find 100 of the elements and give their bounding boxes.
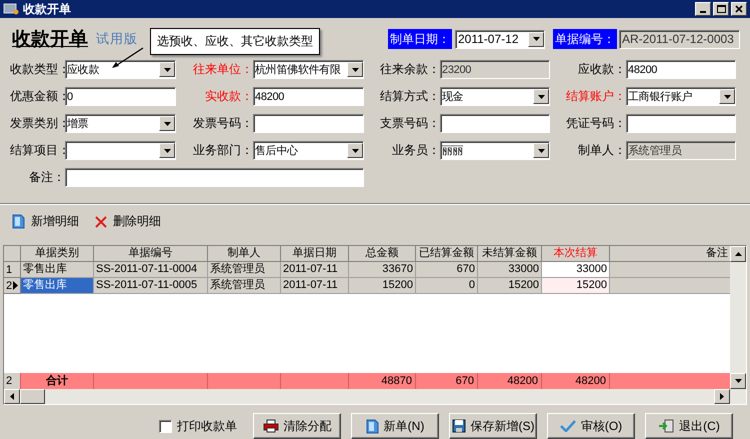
dropdown-field[interactable]: 工商银行账户 [626,87,736,106]
exit-door-icon [658,419,674,433]
column-header[interactable]: 总金额 [349,246,416,262]
checkmark-icon [560,420,576,432]
column-header[interactable]: 单据类别 [21,246,94,262]
dropdown-field[interactable]: 杭州笛佛软件有限 [253,60,364,79]
input-field[interactable] [253,114,364,133]
tooltip: 选预收、应收、其它收款类型 [150,28,320,55]
input-field[interactable]: 48200 [253,87,364,106]
form-title: 收款开单 [12,27,88,52]
total-cell: 48200 [542,373,610,389]
field-label: 往来余款： [379,61,440,78]
dropdown-field[interactable]: 应收款 [65,60,176,79]
dropdown-field[interactable]: 现金 [440,87,550,106]
field-label: 业务员： [391,142,440,159]
horizontal-scrollbar[interactable] [4,389,746,404]
document-icon [366,418,379,434]
caret-icon [352,148,358,152]
add-detail-button[interactable]: 新增明细 [10,212,81,232]
total-cell: 670 [416,373,478,389]
printer-icon [262,419,278,433]
row-header[interactable]: 2 [4,278,21,294]
close-icon [733,3,745,15]
caret-icon [538,148,544,152]
readonly-field: AR-2011-07-12-0003 [619,30,740,48]
table-cell: 2011-07-11 [281,278,349,294]
column-header[interactable]: 单据编号 [94,246,208,262]
maximize-icon [715,3,727,15]
printer-button[interactable]: 清除分配 [253,413,341,439]
caret-icon [164,122,170,126]
caret-icon [532,37,540,41]
column-header[interactable]: 备注 [610,246,730,262]
field-label: 往来单位： [192,61,253,78]
table-cell: 33670 [349,262,416,278]
field-label: 支票号码： [379,115,440,132]
caret-icon [538,94,544,98]
scroll-thumb[interactable] [20,389,45,404]
table-cell: 2011-07-11 [281,262,349,278]
field-label: 业务部门： [192,142,253,159]
column-header[interactable]: 已结算金额 [416,246,478,262]
field-label: 实收款： [204,88,253,105]
input-field[interactable] [626,114,736,133]
table-cell: 系统管理员 [208,278,281,294]
date-field[interactable]: 2011-07-12 [455,30,545,48]
field-label: 结算项目： [10,142,65,159]
field-label: 收款类型： [10,61,65,78]
up-arrow-icon [734,252,742,256]
dropdown-field[interactable] [65,141,176,160]
window-title: 收款开单 [23,0,72,18]
readonly-field: 23200 [440,60,550,79]
maximize-button[interactable] [713,2,729,16]
field-label: 优惠金额： [10,88,65,105]
table-cell: 系统管理员 [208,262,281,278]
column-header[interactable]: 单据日期 [281,246,349,262]
dropdown-field[interactable]: 增票 [65,114,176,133]
minimize-button[interactable] [695,2,711,16]
field-label: 单据编号： [553,29,617,49]
down-arrow-icon [734,379,742,383]
table-cell: 零售出库 [21,262,94,278]
total-cell: 48870 [349,373,416,389]
table-cell: SS-2011-07-11-0004 [94,262,208,278]
delete-detail-button[interactable]: 删除明细 [93,212,163,232]
close-button[interactable] [731,2,747,16]
app-icon [3,3,19,15]
vertical-scrollbar[interactable] [730,246,746,389]
exit-button[interactable]: 退出(C) [645,413,733,439]
input-field[interactable]: 48200 [626,60,736,79]
table-cell: 15200 [542,278,610,294]
column-header[interactable]: 未结算金额 [478,246,542,262]
right-arrow-icon [720,393,724,400]
table-cell: 670 [416,262,478,278]
table-cell: 33000 [478,262,542,278]
totals-label: 合计 [21,373,94,389]
dropdown-field[interactable]: 丽丽 [440,141,550,160]
pointer-arrow [111,47,144,69]
column-header[interactable]: 制单人 [208,246,281,262]
memo-field[interactable] [65,168,364,187]
checkbox-label: 打印收款单 [177,418,237,434]
minimize-icon [700,11,706,13]
caret-icon [164,148,170,152]
field-label: 制单日期： [388,29,452,49]
total-cell: 48200 [478,373,542,389]
edition-label: 试用版 [96,30,138,48]
caret-icon [724,94,730,98]
row-header[interactable]: 1 [4,262,21,278]
field-label: 凭证号码： [565,115,626,132]
dropdown-field[interactable]: 售后中心 [253,141,364,160]
input-field[interactable] [440,114,550,133]
table-cell: 33000 [542,262,610,278]
document-button[interactable]: 新单(N) [351,413,439,439]
checkbox[interactable] [159,420,172,432]
save-button[interactable]: 保存新增(S) [449,413,537,439]
row-number: 2 [4,373,21,389]
field-label: 结算账户： [565,88,626,105]
check-button[interactable]: 审核(O) [547,413,635,439]
field-label: 结算方式： [379,88,440,105]
cross-icon [95,216,107,228]
row-pointer-icon [13,281,18,290]
input-field[interactable]: 0 [65,87,176,106]
table-cell: 15200 [478,278,542,294]
